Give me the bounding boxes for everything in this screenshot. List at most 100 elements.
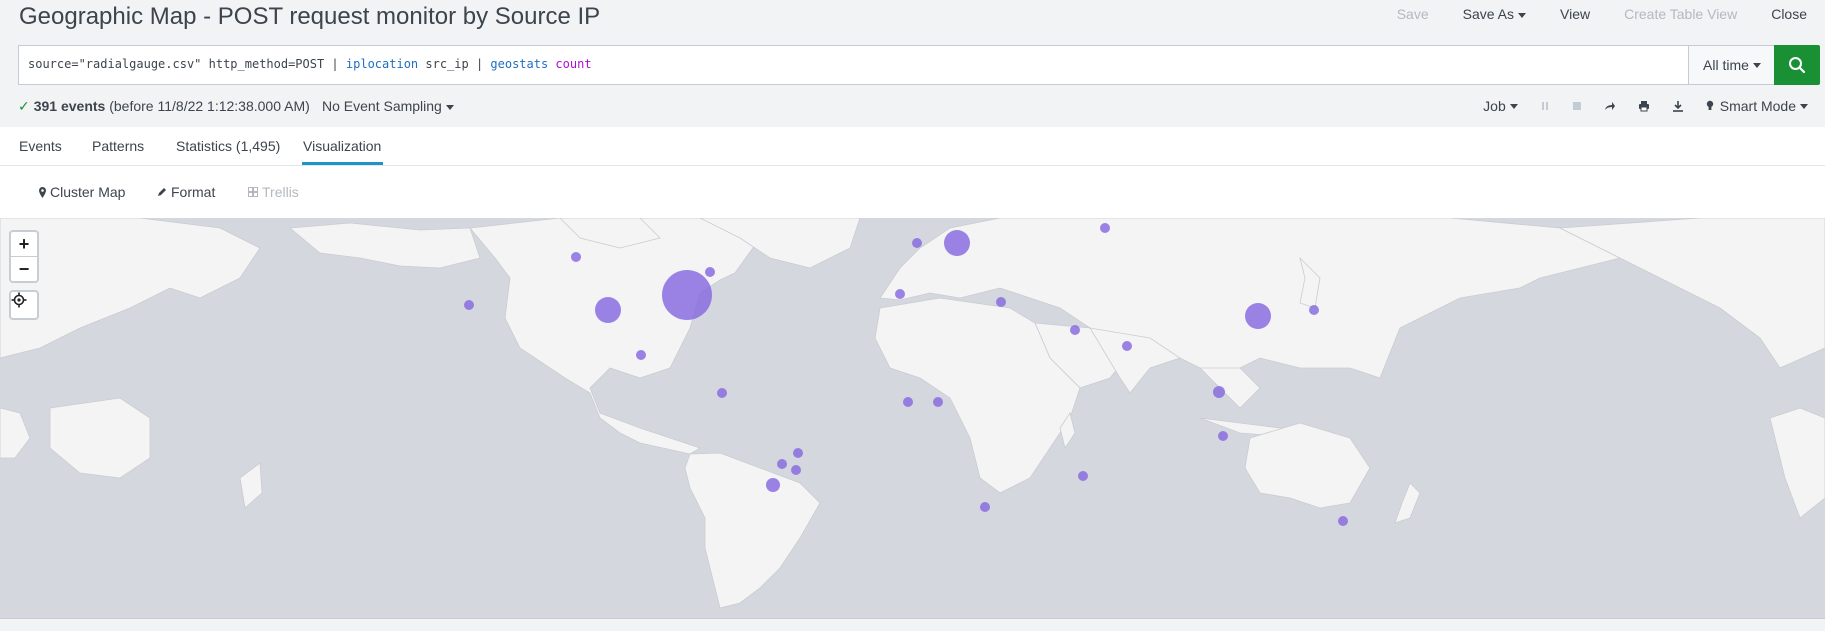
zoom-control: + −	[9, 230, 39, 283]
cluster-marker[interactable]	[791, 465, 801, 475]
chevron-down-icon	[1509, 103, 1518, 109]
chevron-down-icon	[445, 104, 454, 110]
tab-patterns[interactable]: Patterns	[92, 138, 144, 154]
cluster-marker[interactable]	[980, 502, 990, 512]
query-part1: source="radialgauge.csv" http_method=POS…	[28, 57, 346, 71]
cluster-marker[interactable]	[944, 230, 970, 256]
lightbulb-icon	[1706, 100, 1713, 110]
cluster-marker[interactable]	[903, 397, 913, 407]
cluster-marker[interactable]	[464, 300, 474, 310]
time-range-label: All time	[1703, 57, 1749, 73]
cluster-marker[interactable]	[1078, 471, 1088, 481]
cluster-marker[interactable]	[705, 267, 715, 277]
pencil-icon	[158, 188, 166, 196]
query-cmd-geostats: geostats	[490, 57, 549, 71]
events-status: ✓ 391 events (before 11/8/22 1:12:38.000 …	[18, 98, 310, 115]
land-se-asia	[1199, 367, 1261, 409]
cluster-marker[interactable]	[1070, 325, 1080, 335]
download-icon	[1672, 101, 1683, 112]
event-sampling-dropdown[interactable]: No Event Sampling	[322, 98, 454, 114]
cluster-marker[interactable]	[636, 350, 646, 360]
share-icon	[1604, 102, 1615, 110]
job-controls: Job Smart Mode	[1461, 98, 1808, 114]
cluster-map-label: Cluster Map	[50, 184, 126, 200]
status-row: ✓ 391 events (before 11/8/22 1:12:38.000 …	[18, 98, 1808, 118]
bottom-bar	[0, 618, 1825, 631]
format-label: Format	[171, 184, 216, 200]
cluster-marker[interactable]	[1245, 303, 1271, 329]
results-tabs: Events Patterns Statistics (1,495) Visua…	[0, 127, 1825, 166]
search-query: source="radialgauge.csv" http_method=POS…	[28, 57, 592, 71]
query-fn-count: count	[555, 57, 592, 71]
cluster-marker[interactable]	[996, 297, 1006, 307]
cluster-marker[interactable]	[571, 252, 581, 262]
land-new-zealand	[1394, 482, 1421, 524]
cluster-marker[interactable]	[662, 270, 712, 320]
tab-events[interactable]: Events	[19, 138, 62, 154]
search-button[interactable]	[1774, 45, 1820, 85]
search-mode-dropdown[interactable]: Smart Mode	[1706, 98, 1808, 114]
save-button[interactable]: Save	[1397, 6, 1429, 22]
pause-icon	[1541, 102, 1548, 110]
world-map[interactable]	[0, 218, 1825, 618]
locate-button[interactable]	[9, 290, 39, 320]
save-as-button[interactable]: Save As	[1463, 6, 1526, 22]
search-input[interactable]: source="radialgauge.csv" http_method=POS…	[18, 45, 1689, 85]
cluster-marker[interactable]	[766, 478, 780, 492]
tab-visualization[interactable]: Visualization	[303, 138, 381, 154]
cluster-marker[interactable]	[895, 289, 905, 299]
cluster-map[interactable]: + −	[0, 218, 1825, 618]
chevron-down-icon	[1518, 12, 1526, 18]
cluster-marker[interactable]	[777, 459, 787, 469]
query-part2: src_ip |	[418, 57, 491, 71]
cluster-marker[interactable]	[793, 448, 803, 458]
page-title: Geographic Map - POST request monitor by…	[19, 3, 601, 30]
cluster-marker[interactable]	[595, 297, 621, 323]
title-actions: Save Save As View Create Table View Clos…	[1363, 6, 1807, 22]
trellis-button[interactable]: Trellis	[248, 184, 299, 200]
cluster-marker[interactable]	[1100, 223, 1110, 233]
cluster-map-button[interactable]: Cluster Map	[39, 184, 125, 200]
view-button[interactable]: View	[1560, 6, 1590, 22]
title-bar: Geographic Map - POST request monitor by…	[0, 0, 1825, 42]
export-button[interactable]	[1672, 100, 1684, 112]
cluster-marker[interactable]	[933, 397, 943, 407]
zoom-in-button[interactable]: +	[11, 232, 37, 256]
cluster-marker[interactable]	[1122, 341, 1132, 351]
close-button[interactable]: Close	[1771, 6, 1807, 22]
share-button[interactable]	[1604, 101, 1616, 111]
search-bar: source="radialgauge.csv" http_method=POS…	[18, 45, 1820, 85]
cluster-marker[interactable]	[1338, 516, 1348, 526]
pause-button[interactable]	[1540, 101, 1550, 111]
search-mode-label: Smart Mode	[1719, 98, 1796, 114]
time-range-picker[interactable]: All time	[1688, 45, 1776, 85]
trellis-label: Trellis	[262, 184, 299, 200]
land-australia-mid	[49, 397, 151, 479]
cluster-marker[interactable]	[912, 238, 922, 248]
create-table-view-button[interactable]: Create Table View	[1624, 6, 1737, 22]
tab-statistics[interactable]: Statistics (1,495)	[176, 138, 280, 154]
events-count: 391 events	[33, 98, 106, 114]
land-south-america-east-edge	[1769, 407, 1825, 519]
cluster-marker[interactable]	[1218, 431, 1228, 441]
cluster-marker[interactable]	[1213, 386, 1225, 398]
printer-icon	[1638, 101, 1649, 112]
events-detail: (before 11/8/22 1:12:38.000 AM)	[109, 98, 310, 114]
land-south-america	[684, 452, 821, 609]
job-dropdown[interactable]: Job	[1483, 98, 1518, 114]
print-button[interactable]	[1638, 100, 1650, 112]
map-pin-icon	[39, 186, 46, 198]
format-button[interactable]: Format	[157, 184, 215, 200]
cluster-marker[interactable]	[717, 388, 727, 398]
stop-icon	[1572, 102, 1581, 110]
visualization-toolbar: Cluster Map Format Trellis	[0, 166, 1825, 218]
cluster-marker[interactable]	[1309, 305, 1319, 315]
job-label: Job	[1483, 98, 1506, 114]
land-americas-east-edge	[1558, 218, 1825, 369]
zoom-out-button[interactable]: −	[11, 256, 37, 281]
trellis-icon	[248, 187, 258, 197]
event-sampling-label: No Event Sampling	[322, 98, 442, 114]
magnifier-icon	[1789, 57, 1806, 74]
save-as-label: Save As	[1462, 6, 1514, 22]
stop-button[interactable]	[1572, 101, 1582, 111]
